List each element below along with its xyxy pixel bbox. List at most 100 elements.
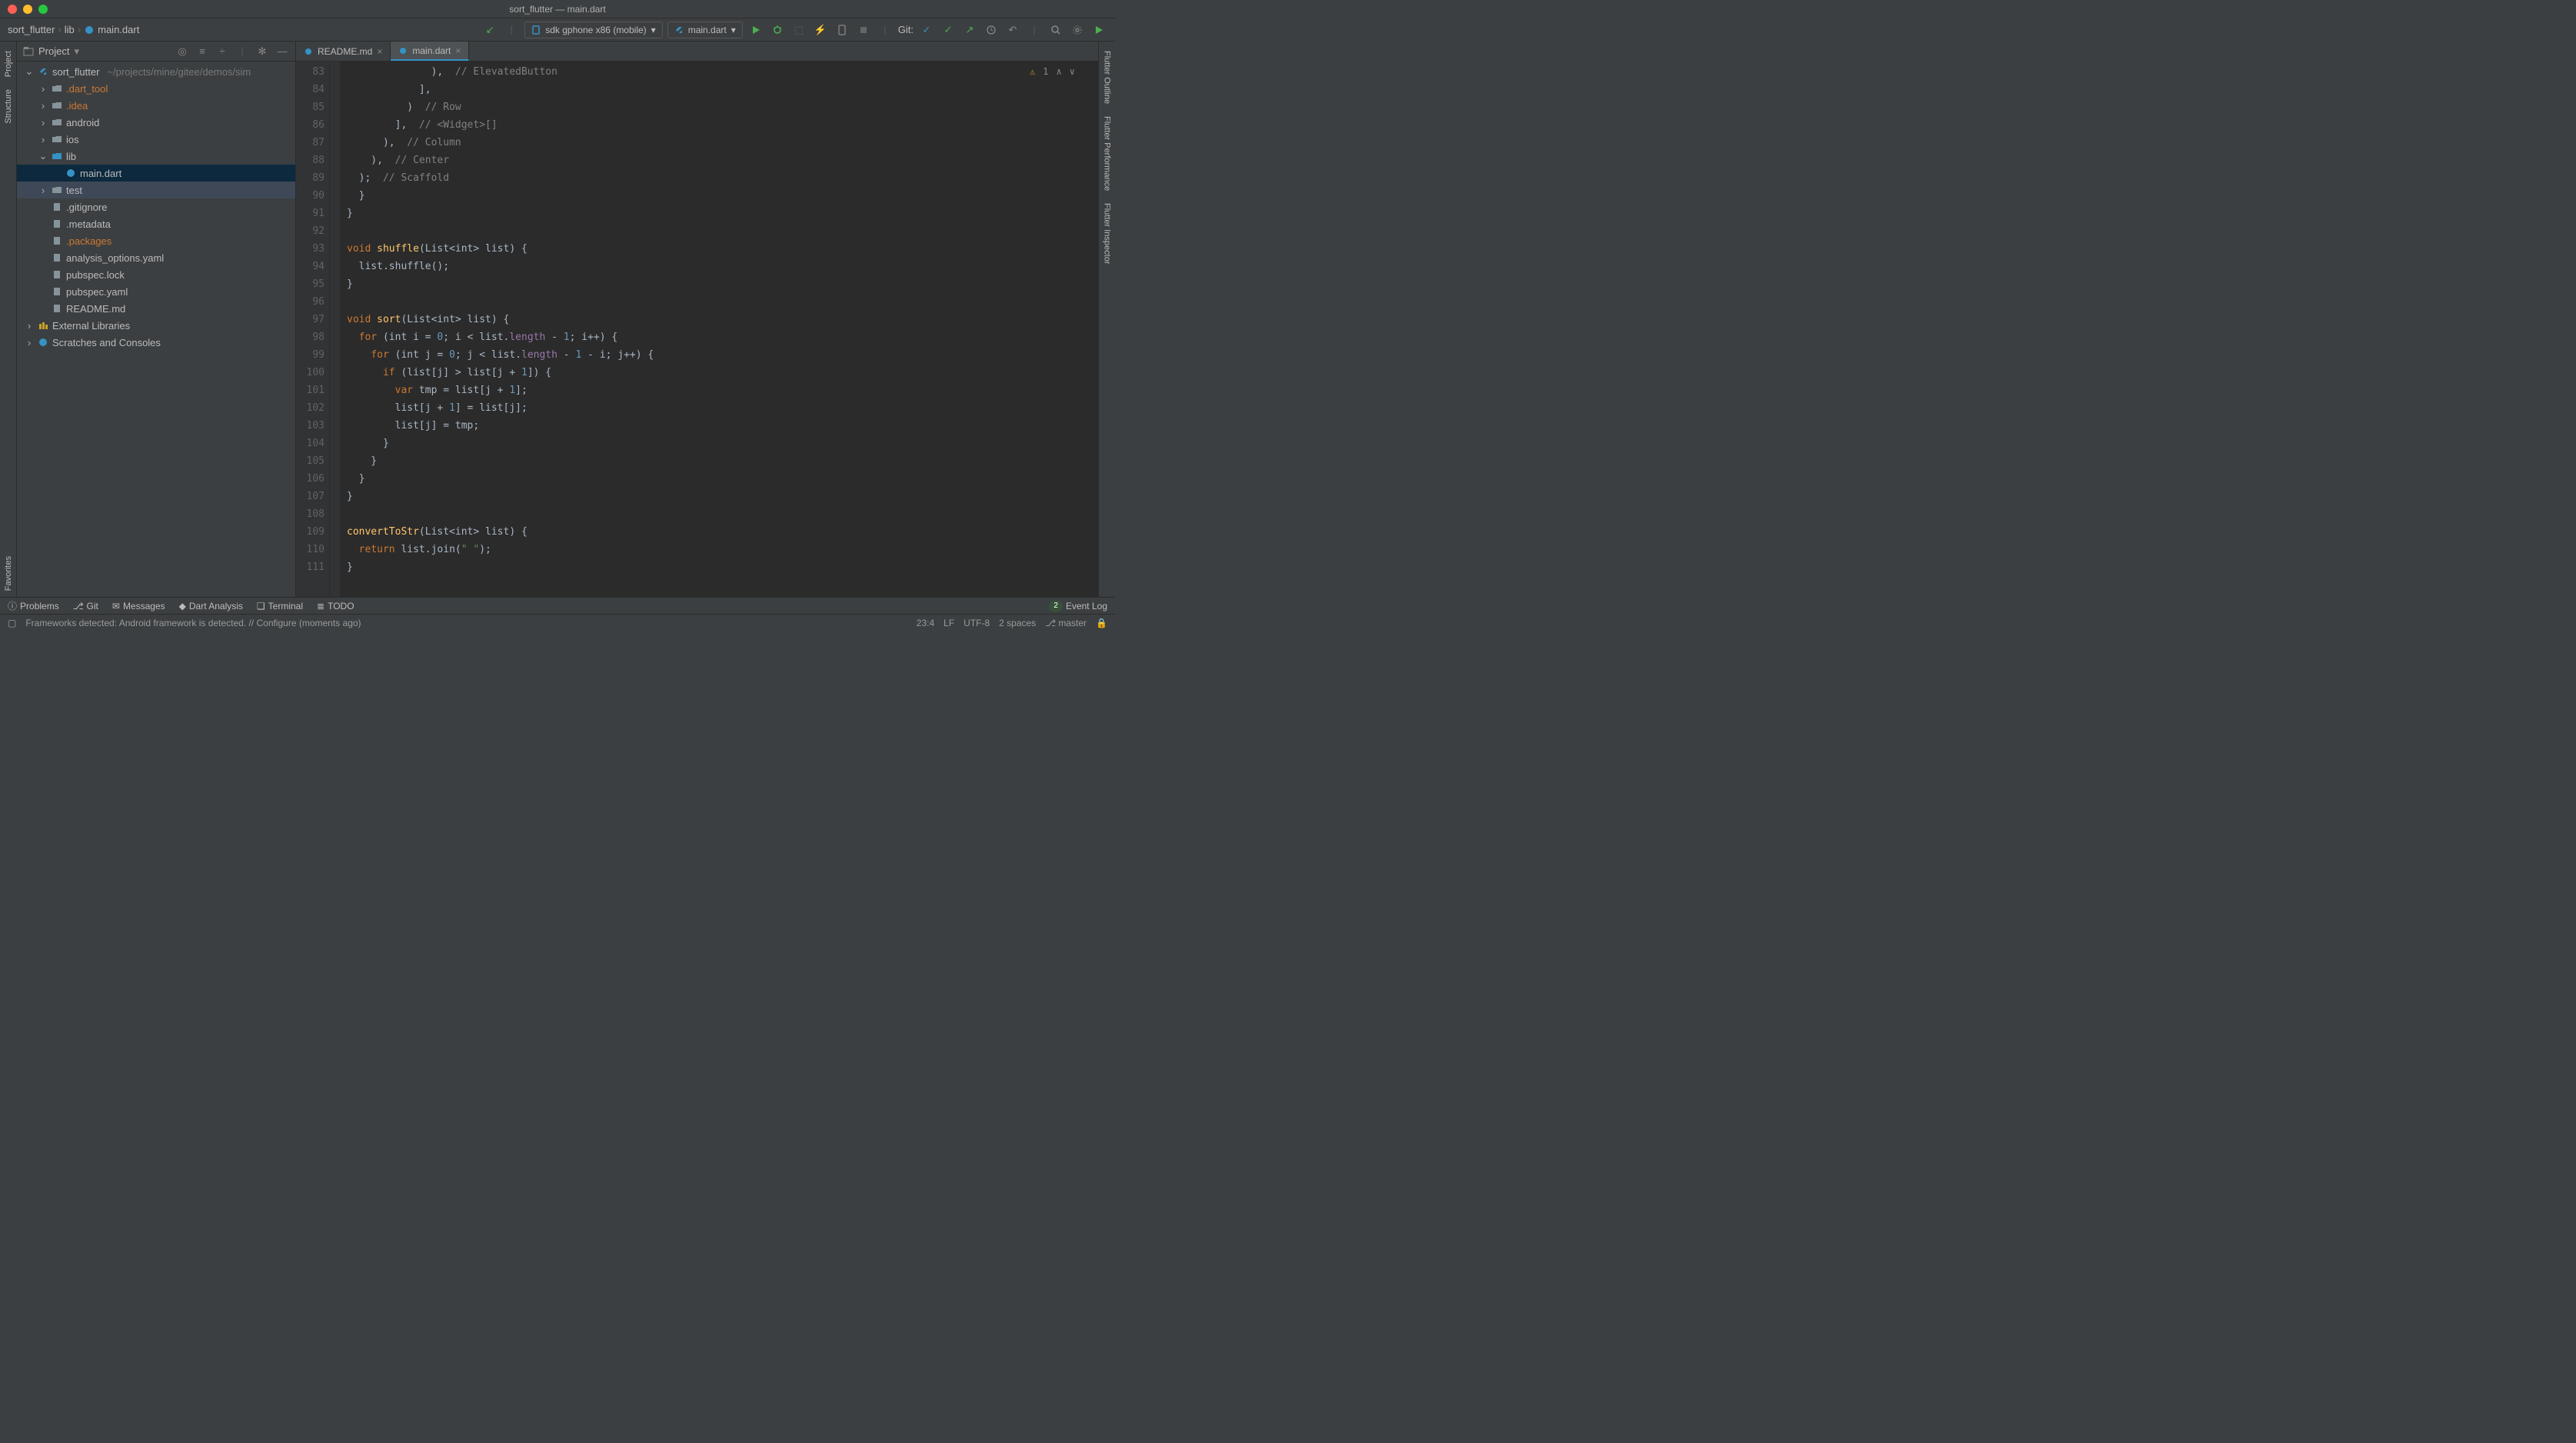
breadcrumb-item[interactable]: lib — [65, 24, 75, 35]
tree-row[interactable]: ⌄lib — [17, 148, 295, 165]
search-icon[interactable] — [1047, 22, 1064, 38]
settings-icon[interactable] — [1069, 22, 1086, 38]
caret-position[interactable]: 23:4 — [917, 618, 934, 628]
window-controls[interactable] — [8, 5, 48, 14]
line-ending[interactable]: LF — [944, 618, 954, 628]
code-line[interactable]: } — [347, 452, 1098, 470]
flutter-run-icon[interactable] — [1090, 22, 1107, 38]
bottom-tool-git[interactable]: ⎇ Git — [73, 601, 98, 612]
code-line[interactable]: for (int j = 0; j < list.length - 1 - i;… — [347, 346, 1098, 364]
code-line[interactable]: ], — [347, 81, 1098, 98]
code-line[interactable] — [347, 293, 1098, 311]
right-tool-outline[interactable]: Flutter Outline — [1103, 51, 1112, 104]
tree-row[interactable]: ›test — [17, 182, 295, 198]
code-line[interactable]: } — [347, 470, 1098, 488]
inspection-widget[interactable]: ⚠ 1 ∧ ∨ — [1030, 66, 1075, 77]
git-push-icon[interactable]: ↗ — [961, 22, 978, 38]
code-line[interactable]: } — [347, 558, 1098, 576]
right-tool-inspector[interactable]: Flutter Inspector — [1103, 203, 1112, 264]
project-tree[interactable]: ⌄sort_flutter~/projects/mine/gitee/demos… — [17, 62, 295, 597]
tree-row[interactable]: .metadata — [17, 215, 295, 232]
project-panel-title[interactable]: Project — [38, 45, 69, 57]
code-line[interactable]: ) // Row — [347, 98, 1098, 116]
nav-up-icon[interactable]: ∧ — [1057, 66, 1062, 77]
bottom-tool-terminal[interactable]: ❑ Terminal — [257, 601, 303, 612]
code-content[interactable]: ), // ElevatedButton ], ) // Row ], // <… — [341, 62, 1098, 597]
bottom-tool-todo[interactable]: ≣ TODO — [317, 601, 354, 612]
tree-arrow-icon[interactable]: › — [38, 117, 48, 128]
code-line[interactable]: void shuffle(List<int> list) { — [347, 240, 1098, 258]
tree-row[interactable]: ›Scratches and Consoles — [17, 334, 295, 351]
code-line[interactable]: } — [347, 187, 1098, 205]
tree-arrow-icon[interactable]: › — [25, 320, 34, 332]
code-line[interactable]: } — [347, 435, 1098, 452]
git-branch[interactable]: ⎇ master — [1045, 618, 1087, 628]
close-tab-icon[interactable]: × — [377, 46, 382, 57]
breadcrumb[interactable]: sort_flutter › lib › main.dart — [8, 24, 139, 35]
sync-icon[interactable]: ↙ — [481, 22, 498, 38]
locate-icon[interactable]: ◎ — [175, 43, 189, 60]
encoding[interactable]: UTF-8 — [964, 618, 990, 628]
code-line[interactable]: ], // <Widget>[] — [347, 116, 1098, 134]
bottom-tool-event-log[interactable]: 2 Event Log — [1049, 601, 1107, 612]
code-line[interactable]: ), // Center — [347, 152, 1098, 169]
code-line[interactable] — [347, 505, 1098, 523]
tree-arrow-icon[interactable]: ⌄ — [25, 65, 34, 78]
settings-icon[interactable]: ✻ — [255, 43, 269, 60]
code-line[interactable]: void sort(List<int> list) { — [347, 311, 1098, 328]
chevron-down-icon[interactable]: ▾ — [74, 45, 79, 58]
layout-icon[interactable]: ▢ — [8, 618, 16, 628]
hide-icon[interactable]: — — [275, 43, 289, 60]
history-icon[interactable] — [983, 22, 1000, 38]
code-line[interactable]: } — [347, 488, 1098, 505]
code-line[interactable]: ), // Column — [347, 134, 1098, 152]
tree-row[interactable]: .gitignore — [17, 198, 295, 215]
git-commit-icon[interactable]: ✓ — [940, 22, 957, 38]
editor-tab[interactable]: README.md× — [296, 42, 391, 61]
tree-arrow-icon[interactable]: ⌄ — [38, 150, 48, 162]
run-button[interactable] — [747, 22, 764, 38]
editor-tab[interactable]: main.dart× — [391, 42, 469, 61]
minimize-window-icon[interactable] — [23, 5, 32, 14]
profile-button[interactable]: ⚡ — [812, 22, 829, 38]
code-line[interactable]: if (list[j] > list[j + 1]) { — [347, 364, 1098, 382]
run-config-selector[interactable]: main.dart ▾ — [667, 22, 743, 38]
tree-row[interactable]: pubspec.lock — [17, 266, 295, 283]
code-line[interactable]: list[j + 1] = list[j]; — [347, 399, 1098, 417]
tree-row[interactable]: ›android — [17, 114, 295, 131]
tree-row[interactable]: ›.dart_tool — [17, 80, 295, 97]
tree-arrow-icon[interactable]: › — [38, 134, 48, 145]
tree-row[interactable]: analysis_options.yaml — [17, 249, 295, 266]
tree-row[interactable]: ⌄sort_flutter~/projects/mine/gitee/demos… — [17, 63, 295, 80]
tree-arrow-icon[interactable]: › — [25, 337, 34, 348]
code-line[interactable]: return list.join(" "); — [347, 541, 1098, 558]
close-tab-icon[interactable]: × — [455, 45, 461, 56]
tree-row[interactable]: ›External Libraries — [17, 317, 295, 334]
stop-button[interactable] — [855, 22, 872, 38]
right-tool-performance[interactable]: Flutter Performance — [1103, 116, 1112, 191]
code-line[interactable] — [347, 222, 1098, 240]
editor-body[interactable]: 8384858687888990919293949596979899100101… — [296, 62, 1098, 597]
tree-row[interactable]: README.md — [17, 300, 295, 317]
tree-row[interactable]: ›ios — [17, 131, 295, 148]
git-update-icon[interactable]: ✓ — [918, 22, 935, 38]
left-tool-favorites[interactable]: Favorites — [4, 556, 13, 591]
code-line[interactable]: ), // ElevatedButton — [347, 63, 1098, 81]
code-line[interactable]: list.shuffle(); — [347, 258, 1098, 275]
bottom-tool-dart-analysis[interactable]: ◆ Dart Analysis — [179, 601, 243, 612]
bottom-tool-messages[interactable]: ✉ Messages — [112, 601, 165, 612]
tree-arrow-icon[interactable]: › — [38, 83, 48, 95]
code-line[interactable]: convertToStr(List<int> list) { — [347, 523, 1098, 541]
code-line[interactable]: list[j] = tmp; — [347, 417, 1098, 435]
lock-icon[interactable]: 🔒 — [1096, 618, 1107, 628]
coverage-button[interactable]: ⬚ — [790, 22, 807, 38]
code-line[interactable]: } — [347, 205, 1098, 222]
tree-row[interactable]: .packages — [17, 232, 295, 249]
code-line[interactable]: for (int i = 0; i < list.length - 1; i++… — [347, 328, 1098, 346]
indent-setting[interactable]: 2 spaces — [999, 618, 1036, 628]
breadcrumb-item[interactable]: sort_flutter — [8, 24, 55, 35]
expand-all-icon[interactable]: ≡ — [195, 43, 209, 60]
tree-row[interactable]: pubspec.yaml — [17, 283, 295, 300]
debug-button[interactable] — [769, 22, 786, 38]
revert-icon[interactable]: ↶ — [1004, 22, 1021, 38]
